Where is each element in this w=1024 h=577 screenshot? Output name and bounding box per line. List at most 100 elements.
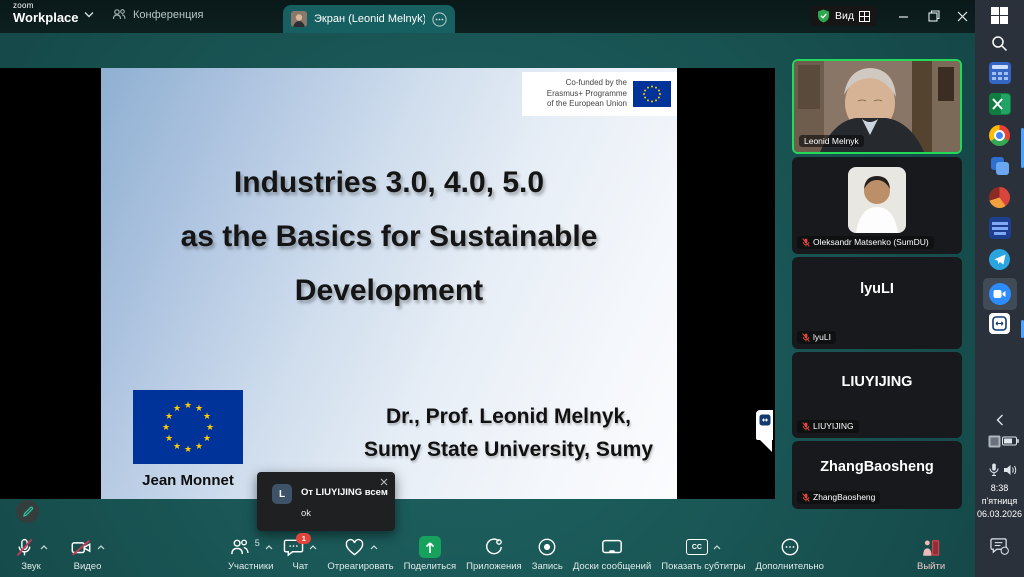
share-screen-icon [419,536,441,558]
eu-badge-line3: of the European Union [547,99,627,110]
view-label: Вид [835,10,854,22]
video-label: Видео [74,561,102,572]
chevron-up-icon[interactable] [40,545,48,550]
battery-icon [1002,436,1019,446]
tray-language-indicator[interactable] [987,434,1001,448]
tab-screen-share[interactable]: Экран (Leonid Melnyk) [283,5,455,33]
participant-display-name: LIUYIJING [792,374,962,390]
taskbar-clock[interactable]: 8:38 п'ятниця 06.03.2026 [975,482,1024,521]
chat-sender-avatar: L [272,484,292,504]
participants-label: Участники [228,561,273,572]
participants-button[interactable]: 5 Участники [228,536,273,572]
layout-grid-icon [859,11,870,22]
leave-button[interactable]: Выйти [917,536,945,572]
participant-tile-leonid-melnyk[interactable]: Leonid Melnyk [792,59,962,154]
tray-expand-button[interactable] [988,408,1012,432]
windows-start-button[interactable] [988,3,1012,27]
chevron-up-icon[interactable] [713,545,721,550]
notification-center-button[interactable] [988,533,1012,557]
muted-mic-icon [802,333,810,342]
tray-battery-indicator[interactable] [1001,434,1019,448]
toolbar-center-group: 5 Участники 1 Чат Отреагировать [228,536,824,572]
audio-button[interactable]: Звук [14,536,48,572]
taskbar-telegram-app[interactable] [988,247,1012,271]
calculator-icon [989,62,1011,84]
taskbar-chrome-app[interactable] [988,123,1012,147]
taskbar-calculator-app[interactable] [988,61,1012,85]
taskbar-zoom-app-active[interactable] [982,277,1018,311]
participant-tile-liuyijing[interactable]: LIUYIJING LIUYIJING [792,352,962,438]
taskbar-search-button[interactable] [988,31,1012,55]
taskbar-teamviewer-app[interactable] [988,311,1012,335]
taskbar-mail-app[interactable] [988,154,1012,178]
more-label: Дополнительно [755,561,823,572]
eu-badge-line2: Erasmus+ Programme [547,89,627,100]
svg-text:★: ★ [195,441,203,451]
more-button[interactable]: Дополнительно [755,536,823,572]
chat-unread-badge: 1 [296,533,311,544]
minimize-button[interactable] [890,4,916,28]
react-button[interactable]: Отреагировать [327,536,393,572]
tray-microphone[interactable] [987,462,1001,478]
camera-off-icon [70,537,92,558]
captions-button[interactable]: CC Показать субтитры [661,536,745,572]
boards-button[interactable]: Доски сообщений [573,536,651,572]
tab-screen-label: Экран (Leonid Melnyk) [314,13,425,25]
chat-notification-message: ok [301,508,311,519]
share-button[interactable]: Поделиться [404,536,456,572]
chevron-down-icon[interactable] [84,11,94,18]
app-brand: zoom Workplace [13,2,79,24]
leave-label: Выйти [917,561,945,572]
annotate-button[interactable] [16,500,39,523]
apps-button[interactable]: Приложения [466,536,522,572]
participants-icon [229,537,250,557]
tab-options-icon[interactable] [432,12,447,27]
security-shield-icon[interactable] [817,9,830,23]
svg-text:★: ★ [165,411,173,421]
taskbar-browser-app[interactable] [988,185,1012,209]
chat-notification[interactable]: L От LIUYIJING всем ok [257,472,395,531]
whiteboard-icon [601,538,623,557]
chevron-up-icon[interactable] [309,545,317,550]
video-button[interactable]: Видео [70,536,105,572]
teamviewer-icon [989,313,1010,334]
close-icon[interactable] [380,478,388,486]
tab-conference[interactable]: Конференция [112,8,203,21]
svg-text:★: ★ [206,422,214,432]
participant-tile-zhangbaosheng[interactable]: ZhangBaosheng ZhangBaosheng [792,441,962,509]
svg-text:★: ★ [173,403,181,413]
participant-tile-lyuli[interactable]: lyuLI lyuLI [792,257,962,349]
apps-label: Приложения [466,561,522,572]
participant-name-badge: lyuLI [797,331,836,344]
slide-title-line1: Industries 3.0, 4.0, 5.0 [101,156,677,210]
svg-text:★: ★ [203,411,211,421]
svg-text:★: ★ [173,441,181,451]
clock-weekday: п'ятниця [975,495,1024,508]
audio-label: Звук [21,561,40,572]
tray-speaker[interactable] [1002,462,1018,478]
telegram-icon [989,249,1010,270]
captions-label: Показать субтитры [661,561,745,572]
windows-logo-icon [991,7,1008,24]
restore-button[interactable] [921,4,947,28]
chat-button[interactable]: 1 Чат [283,536,317,572]
muted-mic-icon [802,238,810,247]
chevron-up-icon[interactable] [265,545,273,550]
participant-name-badge: LIUYIJING [797,420,859,433]
teamviewer-side-tab[interactable] [756,410,773,440]
clock-time: 8:38 [975,482,1024,495]
close-button[interactable] [949,4,975,28]
share-label: Поделиться [404,561,456,572]
heart-icon [344,538,365,557]
cc-glyph: CC [692,544,702,551]
chevron-up-icon[interactable] [370,545,378,550]
mail-icon [989,155,1011,177]
participant-tile-oleksandr-matsenko[interactable]: Oleksandr Matsenko (SumDU) [792,157,962,254]
taskbar-excel-app[interactable] [988,92,1012,116]
eu-flag-small [633,81,671,107]
view-button[interactable]: Вид [810,6,877,26]
chevron-up-icon[interactable] [97,545,105,550]
record-button[interactable]: Запись [532,536,563,572]
eu-flag-large: ★★★★★★★★★★★★ [133,390,243,464]
taskbar-keyboard-app[interactable] [988,216,1012,240]
